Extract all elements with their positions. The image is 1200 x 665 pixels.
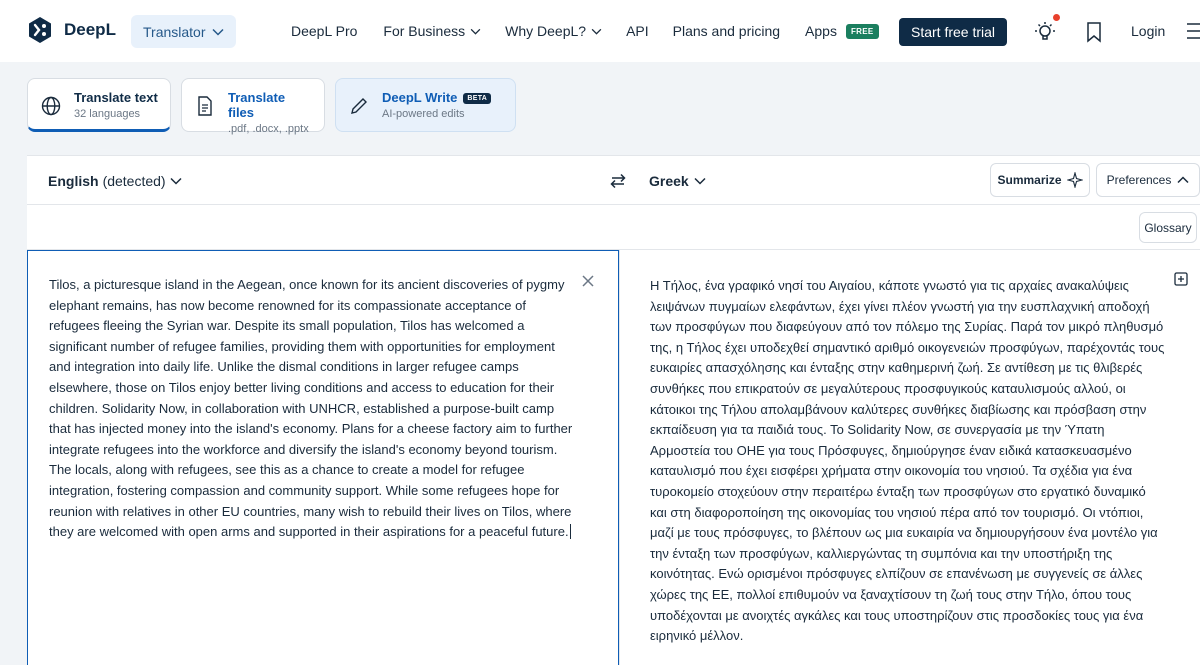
tab-translate-files[interactable]: Translate files .pdf, .docx, .pptx: [181, 78, 325, 135]
language-bar: English (detected) Greek Summarize Prefe…: [27, 156, 1200, 205]
source-language-selector[interactable]: English (detected): [48, 173, 182, 189]
chevron-down-icon: [694, 177, 706, 185]
logo-text: DeepL: [64, 20, 116, 39]
chevron-down-icon: [170, 177, 182, 185]
tab-translate-text-title: Translate text: [74, 90, 158, 105]
summarize-button[interactable]: Summarize: [990, 163, 1090, 197]
document-icon: [198, 96, 212, 116]
pen-icon: [351, 98, 367, 114]
glossary-row: Glossary: [27, 205, 1200, 250]
nav-apps[interactable]: Apps FREE: [805, 23, 879, 39]
tab-deepl-write-label: DeepL Write: [382, 90, 458, 105]
login-link[interactable]: Login: [1131, 23, 1165, 39]
summarize-label: Summarize: [997, 173, 1062, 187]
top-navigation: DeepL Translator DeepL Pro For Business …: [0, 0, 1200, 62]
nav-api[interactable]: API: [626, 23, 649, 39]
chevron-down-icon: [470, 28, 481, 35]
notification-dot: [1053, 14, 1060, 21]
text-cursor: [569, 524, 571, 540]
nav-why-deepl[interactable]: Why DeepL?: [505, 23, 602, 39]
nav-for-business-label: For Business: [383, 23, 466, 39]
globe-icon: [41, 96, 61, 116]
nav-for-business[interactable]: For Business: [383, 23, 481, 39]
translator-dropdown[interactable]: Translator: [131, 15, 236, 48]
translator-panel: English (detected) Greek Summarize Prefe…: [27, 155, 1200, 665]
nav-plans-pricing[interactable]: Plans and pricing: [673, 23, 780, 39]
translator-label: Translator: [143, 23, 206, 40]
source-language: English: [48, 173, 99, 189]
menu-icon[interactable]: [1186, 22, 1200, 40]
tab-translate-text-subtitle: 32 languages: [74, 108, 141, 120]
tab-deepl-write-title: DeepL Write BETA: [382, 90, 492, 105]
nav-apps-label: Apps: [805, 23, 837, 39]
preferences-button[interactable]: Preferences: [1096, 163, 1200, 197]
target-language-selector[interactable]: Greek: [649, 173, 706, 189]
target-text[interactable]: Η Τήλος, ένα γραφικό νησί του Αιγαίου, κ…: [650, 276, 1165, 647]
chevron-down-icon: [591, 28, 602, 35]
tab-translate-files-subtitle: .pdf, .docx, .pptx: [228, 123, 309, 135]
main-nav: DeepL Pro For Business Why DeepL? API Pl…: [291, 0, 879, 62]
chevron-up-icon: [1177, 176, 1189, 184]
target-text-area[interactable]: Η Τήλος, ένα γραφικό νησί του Αιγαίου, κ…: [619, 250, 1200, 665]
tab-translate-text[interactable]: Translate text 32 languages: [27, 78, 171, 132]
lightbulb-icon[interactable]: [1033, 20, 1057, 44]
sparkle-icon: [1066, 172, 1083, 188]
source-text-content: Tilos, a picturesque island in the Aegea…: [49, 277, 573, 540]
deepl-logo-icon: [29, 17, 51, 43]
nav-deepl-pro[interactable]: DeepL Pro: [291, 23, 357, 39]
preferences-label: Preferences: [1106, 173, 1172, 187]
nav-why-deepl-label: Why DeepL?: [505, 23, 587, 39]
glossary-button[interactable]: Glossary: [1139, 212, 1197, 243]
close-icon[interactable]: [580, 273, 596, 289]
chevron-down-icon: [211, 28, 224, 36]
beta-badge: BETA: [463, 93, 492, 104]
free-badge: FREE: [845, 23, 879, 39]
source-detected-label: (detected): [102, 173, 166, 189]
tab-translate-files-title: Translate files: [228, 90, 286, 120]
target-language: Greek: [649, 173, 689, 189]
tab-deepl-write[interactable]: DeepL Write BETA AI-powered edits: [335, 78, 516, 132]
tab-deepl-write-subtitle: AI-powered edits: [382, 108, 465, 120]
deepl-logo[interactable]: DeepL: [26, 16, 116, 44]
start-free-trial-button[interactable]: Start free trial: [899, 18, 1007, 46]
mode-tabs: Translate text 32 languages Translate fi…: [27, 78, 516, 135]
source-text-area[interactable]: Tilos, a picturesque island in the Aegea…: [27, 250, 619, 665]
bookmark-icon[interactable]: [1085, 21, 1103, 43]
save-icon[interactable]: [1173, 271, 1189, 287]
swap-icon[interactable]: [607, 170, 629, 192]
source-text[interactable]: Tilos, a picturesque island in the Aegea…: [49, 275, 577, 543]
